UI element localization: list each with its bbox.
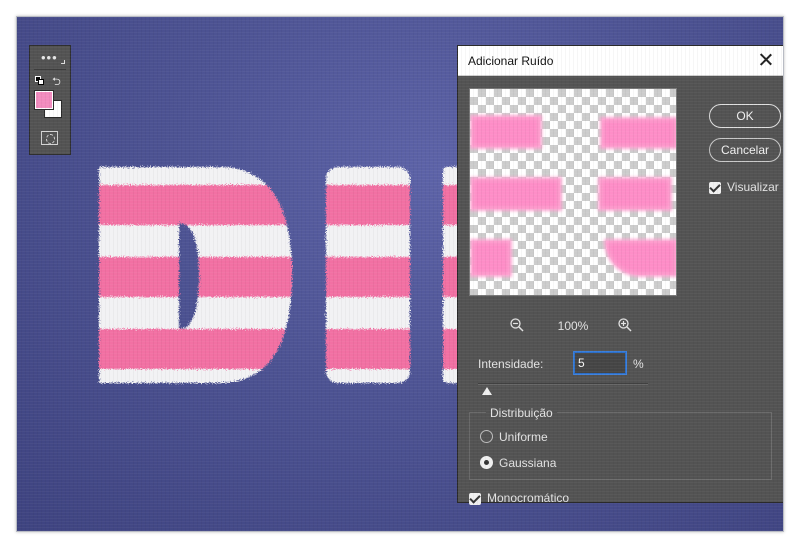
preview-area[interactable] <box>469 88 677 296</box>
ok-button[interactable]: OK <box>709 104 781 128</box>
preview-stripe <box>472 179 560 209</box>
more-icon[interactable]: ••• <box>41 50 58 65</box>
preview-stripe <box>600 179 670 209</box>
zoom-in-icon[interactable] <box>617 317 633 333</box>
monochromatic-label: Monocromático <box>487 491 570 505</box>
preview-stripe <box>472 241 510 275</box>
tools-panel: ••• ⮌ <box>29 45 71 155</box>
close-icon[interactable] <box>756 50 776 70</box>
quick-mask-icon[interactable] <box>41 131 58 145</box>
gaussian-label: Gaussiana <box>499 456 557 470</box>
foreground-color-swatch[interactable] <box>34 90 54 110</box>
cancel-button[interactable]: Cancelar <box>709 138 781 162</box>
photoshop-window: ••• ⮌ Adicionar Ruído 100% OK Cancelar V… <box>16 16 784 532</box>
preview-stripe <box>602 119 676 147</box>
letter-d <box>99 167 292 383</box>
default-colors-icon[interactable] <box>35 76 44 85</box>
intensity-slider[interactable] <box>478 383 648 385</box>
panel-expand-icon[interactable] <box>61 60 65 64</box>
intensity-label: Intensidade: <box>478 357 544 371</box>
intensity-unit: % <box>633 357 644 371</box>
dialog-titlebar: Adicionar Ruído <box>458 46 783 76</box>
distribution-title: Distribuição <box>486 406 557 420</box>
preview-checkbox[interactable] <box>709 182 721 194</box>
uniform-label: Uniforme <box>499 430 548 444</box>
gaussian-radio[interactable] <box>480 456 493 469</box>
uniform-radio[interactable] <box>480 430 493 443</box>
zoom-level: 100% <box>557 319 589 333</box>
dialog-title: Adicionar Ruído <box>468 54 554 68</box>
divider <box>34 69 66 70</box>
monochromatic-checkbox[interactable] <box>469 493 481 505</box>
preview-label: Visualizar <box>727 180 779 194</box>
add-noise-dialog: Adicionar Ruído 100% OK Cancelar Visuali… <box>457 45 783 505</box>
swap-colors-icon[interactable]: ⮌ <box>52 73 61 92</box>
intensity-input[interactable]: 5 <box>574 352 626 374</box>
preview-stripe <box>472 117 540 147</box>
zoom-controls: 100% <box>469 316 677 336</box>
intensity-slider-thumb[interactable] <box>481 387 492 395</box>
letter-i <box>326 167 410 383</box>
preview-stripe <box>606 241 676 275</box>
